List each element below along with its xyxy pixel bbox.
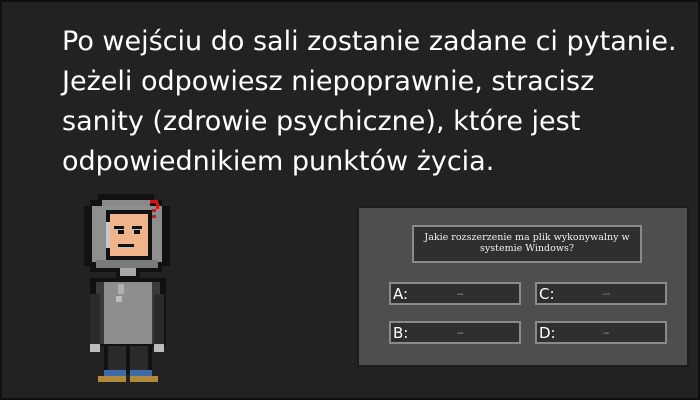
answer-c-text: .com — [601, 291, 611, 296]
answer-a-button[interactable]: A: .exe — [389, 282, 521, 305]
answer-b-text: .bat — [456, 330, 464, 335]
answer-b-letter: B: — [393, 323, 409, 342]
answer-d-button[interactable]: D: .msi — [535, 321, 667, 344]
intro-text: Po wejściu do sali zostanie zadane ci py… — [62, 26, 677, 177]
answer-d-text: .msi — [602, 330, 610, 335]
answer-a-text: .exe — [456, 291, 464, 296]
player-character-sprite — [84, 194, 170, 382]
answer-d-letter: D: — [539, 323, 556, 342]
quiz-panel: Jakie rozszerzenie ma plik wykonywalny w… — [357, 206, 689, 367]
answer-b-button[interactable]: B: .bat — [389, 321, 521, 344]
question-box: Jakie rozszerzenie ma plik wykonywalny w… — [412, 225, 642, 263]
game-screen: Po wejściu do sali zostanie zadane ci py… — [0, 0, 700, 400]
answer-c-letter: C: — [539, 284, 555, 303]
answer-c-button[interactable]: C: .com — [535, 282, 667, 305]
answer-a-letter: A: — [393, 284, 409, 303]
